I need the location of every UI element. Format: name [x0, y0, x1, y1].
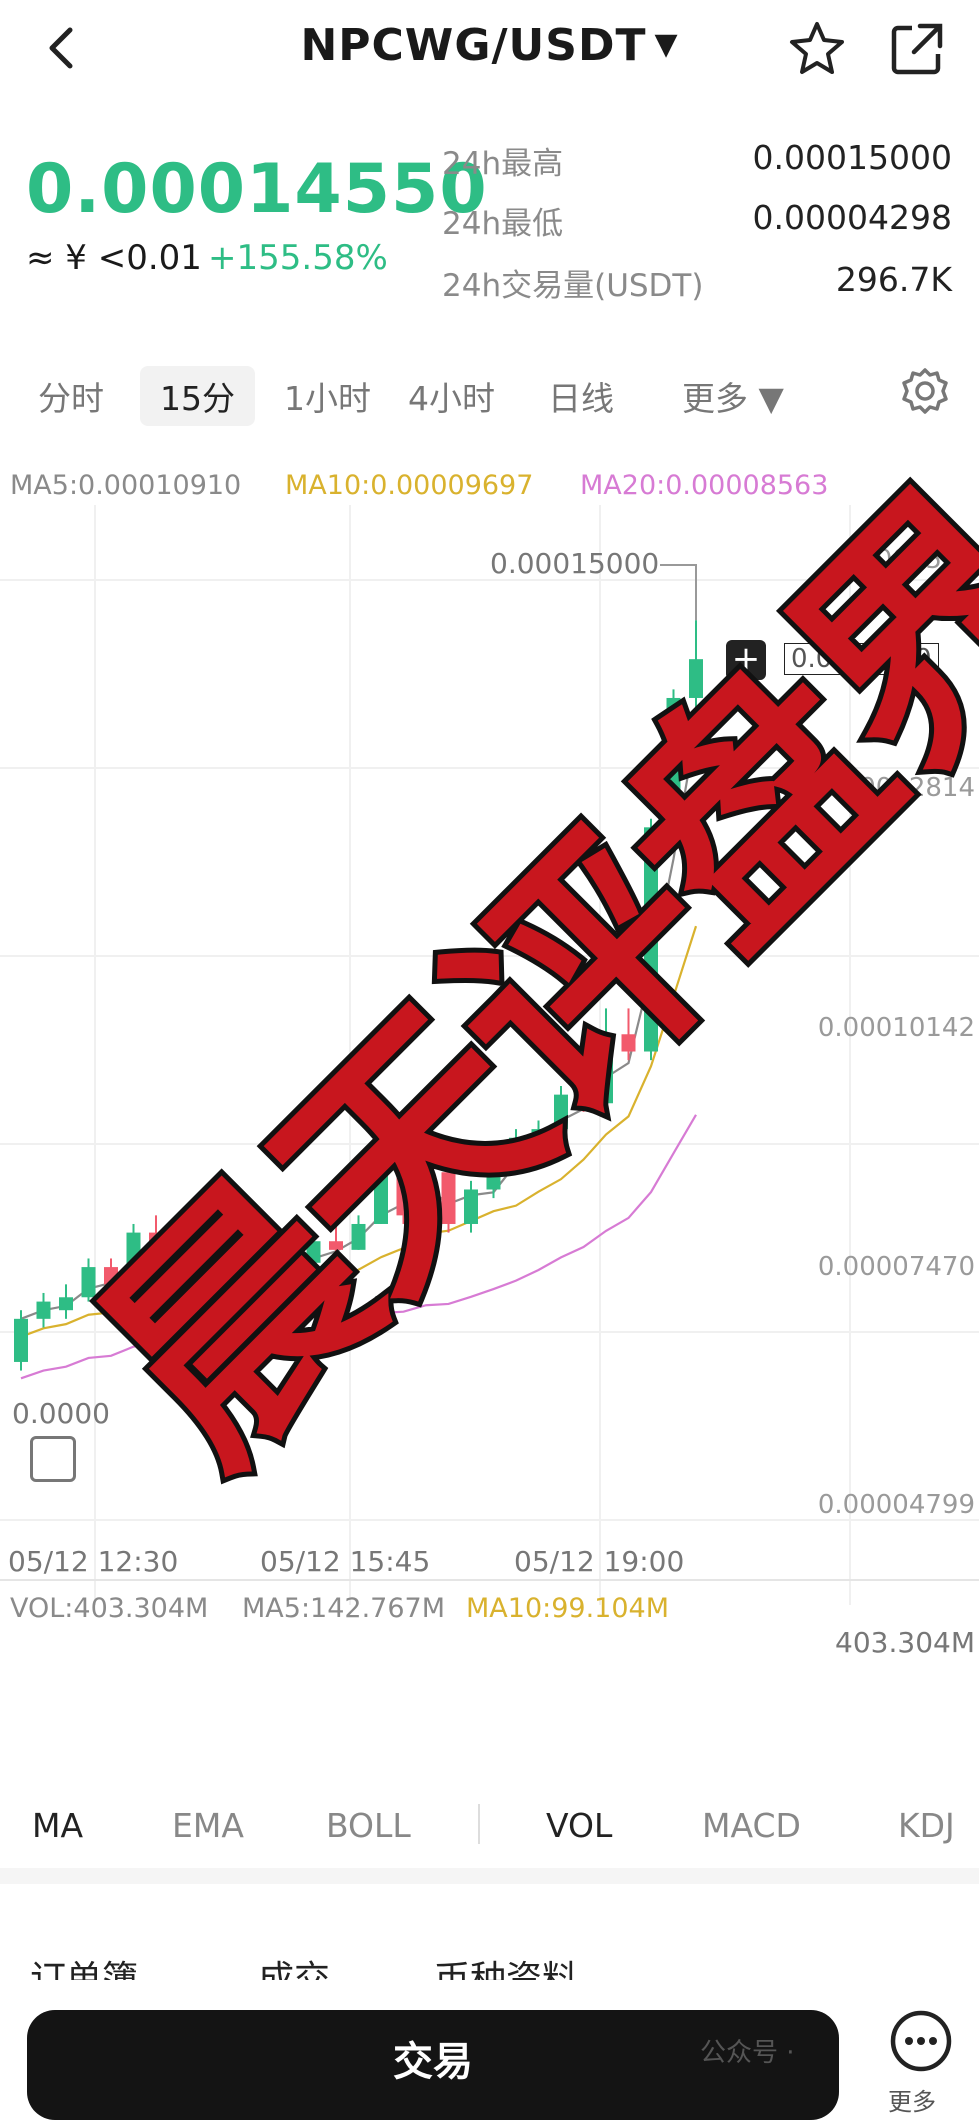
- tab-more[interactable]: 更多 ▼: [682, 372, 784, 420]
- y-axis-label: 0.00010142: [817, 1013, 975, 1043]
- last-price: 0.00014550: [26, 150, 488, 229]
- fullscreen-icon[interactable]: [30, 1436, 76, 1482]
- ma5-legend: MA5:0.00010910: [10, 470, 242, 501]
- indicator-ema[interactable]: EMA: [172, 1806, 244, 1845]
- chevron-down-icon: ▼: [654, 27, 679, 62]
- x-axis-label: 05/12 12:30: [8, 1545, 179, 1578]
- ma10-legend: MA10:0.00009697: [285, 470, 534, 501]
- tab-15m[interactable]: 15分: [140, 366, 255, 426]
- divider: [478, 1804, 480, 1844]
- vol-ma10-legend: MA10:99.104M: [466, 1593, 669, 1624]
- high-price-label: 0.00015000: [490, 547, 660, 580]
- tab-4h[interactable]: 4小时: [408, 372, 495, 420]
- candle: [14, 1318, 28, 1362]
- indicator-ma[interactable]: MA: [32, 1806, 83, 1845]
- stat-volume-value: 296.7K: [835, 260, 952, 299]
- star-icon[interactable]: [786, 18, 848, 80]
- price-change: +155.58%: [208, 238, 388, 278]
- y-axis-label: 0.00004799: [817, 1490, 975, 1520]
- indicator-kdj[interactable]: KDJ: [898, 1806, 955, 1845]
- gear-icon[interactable]: [900, 366, 950, 416]
- y-axis-label: 0.00007470: [817, 1252, 975, 1282]
- pair-title: NPCWG/USDT: [300, 20, 647, 71]
- vol-ma5-legend: MA5:142.767M: [242, 1593, 445, 1624]
- tab-trades[interactable]: 成交: [258, 1950, 330, 1980]
- left-price-tag: 0.0000: [12, 1397, 110, 1430]
- ma20-legend: MA20:0.00008563: [580, 470, 829, 501]
- indicator-macd[interactable]: MACD: [702, 1806, 801, 1845]
- x-axis-label: 05/12 19:00: [514, 1545, 685, 1578]
- more-icon[interactable]: [888, 2008, 954, 2074]
- tab-1h[interactable]: 1小时: [284, 372, 371, 420]
- stat-high-label: 24h最高: [442, 146, 564, 182]
- stat-high-value: 0.00015000: [752, 138, 952, 177]
- vol-max-label: 403.304M: [835, 1626, 975, 1659]
- indicator-boll[interactable]: BOLL: [326, 1806, 411, 1845]
- x-axis-label: 05/12 15:45: [260, 1545, 431, 1578]
- stat-low-label: 24h最低: [442, 206, 564, 242]
- vol-legend: VOL:403.304M: [10, 1593, 209, 1624]
- tab-daily[interactable]: 日线: [548, 372, 614, 420]
- section-divider: [0, 1868, 979, 1884]
- share-icon[interactable]: [886, 18, 948, 80]
- tab-time-sharing[interactable]: 分时: [38, 372, 104, 420]
- tab-coin-info[interactable]: 币种资料: [434, 1950, 578, 1980]
- stat-volume-label: 24h交易量(USDT): [442, 268, 704, 304]
- tab-orderbook[interactable]: 订单簿: [30, 1950, 138, 1980]
- indicator-vol[interactable]: VOL: [546, 1806, 612, 1845]
- wechat-watermark: 公众号 ·: [700, 2038, 795, 2068]
- stat-low-value: 0.00004298: [752, 198, 952, 237]
- cny-price: ≈ ¥ <0.01: [26, 238, 202, 278]
